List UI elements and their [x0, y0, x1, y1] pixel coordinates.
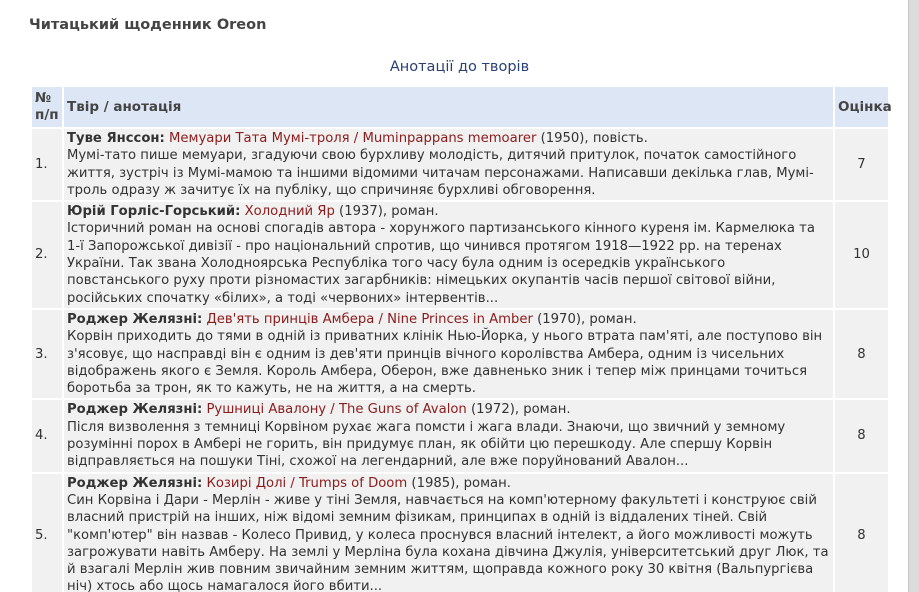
table-row: 1. Туве Янссон: Мемуари Тата Мумі-троля … [32, 128, 888, 203]
score-value: 7 [834, 128, 888, 203]
work-cell: Юрій Горліс-Горський: Холодний Яр (1937)… [63, 201, 835, 310]
table-row: 4. Роджер Желязні: Рушниці Авалону / The… [32, 399, 888, 474]
row-number: 2. [32, 201, 64, 310]
work-cell: Роджер Желязні: Козирі Долі / Trumps of … [63, 472, 835, 592]
row-number: 4. [32, 399, 64, 474]
work-cell: Роджер Желязні: Дев'ять принців Амбера /… [63, 308, 835, 401]
score-value: 8 [834, 472, 888, 592]
book-meta: (1972), роман. [471, 402, 571, 418]
row-number: 3. [32, 308, 64, 401]
book-title-link[interactable]: Рушниці Авалону / The Guns of Avalon [206, 402, 466, 417]
score-value: 8 [834, 399, 888, 474]
page-content: Читацький щоденник Oreon Анотації до тво… [0, 0, 908, 592]
book-meta: (1937), роман. [339, 204, 439, 220]
author-name: Роджер Желязні: [67, 402, 203, 418]
annotation-text: Син Корвіна і Дари - Мерлін - живе у тін… [67, 492, 829, 592]
work-cell: Роджер Желязні: Рушниці Авалону / The Gu… [63, 399, 835, 474]
row-number: 5. [32, 472, 64, 592]
annotation-text: Після визволення з темниці Корвіном руха… [67, 419, 786, 470]
annotations-table: № п/п Твір / анотація Оцінка 1. Туве Янс… [32, 87, 892, 592]
window-scrollbar[interactable] [908, 0, 919, 592]
annotation-text: Мумі-тато пише мемуари, згадуючи свою бу… [67, 148, 814, 198]
book-title-link[interactable]: Козирі Долі / Trumps of Doom [206, 476, 407, 491]
page-title: Читацький щоденник Oreon [29, 17, 267, 33]
table-row: 2. Юрій Горліс-Горський: Холодний Яр (19… [32, 201, 888, 310]
book-title-link[interactable]: Холодний Яр [245, 204, 335, 219]
table-row: 5. Роджер Желязні: Козирі Долі / Trumps … [32, 472, 888, 592]
book-title-link[interactable]: Дев'ять принців Амбера / Nine Princes in… [206, 312, 532, 327]
author-name: Юрій Горліс-Горський: [67, 204, 241, 220]
score-value: 8 [834, 308, 888, 401]
author-name: Роджер Желязні: [67, 311, 203, 327]
author-name: Роджер Желязні: [67, 475, 203, 491]
column-header-work: Твір / анотація [63, 87, 835, 129]
table-header-row: № п/п Твір / анотація Оцінка [32, 87, 892, 129]
table-caption: Анотації до творів [389, 59, 530, 75]
annotation-text: Історичний роман на основі спогадів авто… [67, 221, 815, 306]
book-meta: (1970), роман. [537, 311, 637, 327]
annotation-text: Корвін приходить до тями в одній із прив… [67, 329, 823, 397]
book-meta: (1985), роман. [411, 475, 511, 491]
book-title-link[interactable]: Мемуари Тата Мумі-троля / Muminpappans m… [169, 131, 536, 146]
book-meta: (1950), повість. [540, 131, 648, 146]
score-value: 10 [834, 201, 888, 310]
table-row: 3. Роджер Желязні: Дев'ять принців Амбер… [32, 308, 888, 401]
column-header-score: Оцінка [834, 87, 892, 129]
author-name: Туве Янссон: [67, 131, 165, 146]
column-header-number: № п/п [32, 87, 64, 129]
work-cell: Туве Янссон: Мемуари Тата Мумі-троля / M… [63, 128, 835, 203]
row-number: 1. [32, 128, 64, 203]
